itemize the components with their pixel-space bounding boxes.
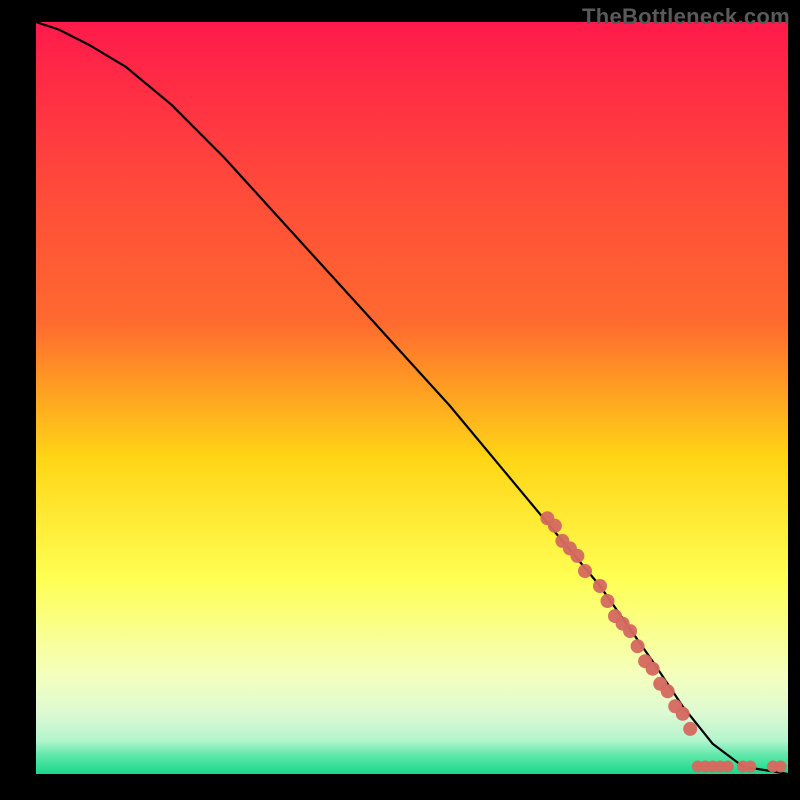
data-point xyxy=(593,579,607,593)
data-point xyxy=(570,549,584,563)
data-point xyxy=(601,594,615,608)
data-point xyxy=(676,707,690,721)
chart-stage: TheBottleneck.com xyxy=(0,0,800,800)
chart-svg xyxy=(0,0,800,800)
data-point xyxy=(548,519,562,533)
data-point xyxy=(631,639,645,653)
data-point xyxy=(775,761,787,773)
data-point xyxy=(623,624,637,638)
data-point xyxy=(646,662,660,676)
data-point xyxy=(578,564,592,578)
plot-background xyxy=(36,22,788,774)
data-point xyxy=(744,761,756,773)
data-point xyxy=(661,684,675,698)
watermark-text: TheBottleneck.com xyxy=(582,4,790,30)
data-point xyxy=(722,761,734,773)
data-point xyxy=(683,722,697,736)
